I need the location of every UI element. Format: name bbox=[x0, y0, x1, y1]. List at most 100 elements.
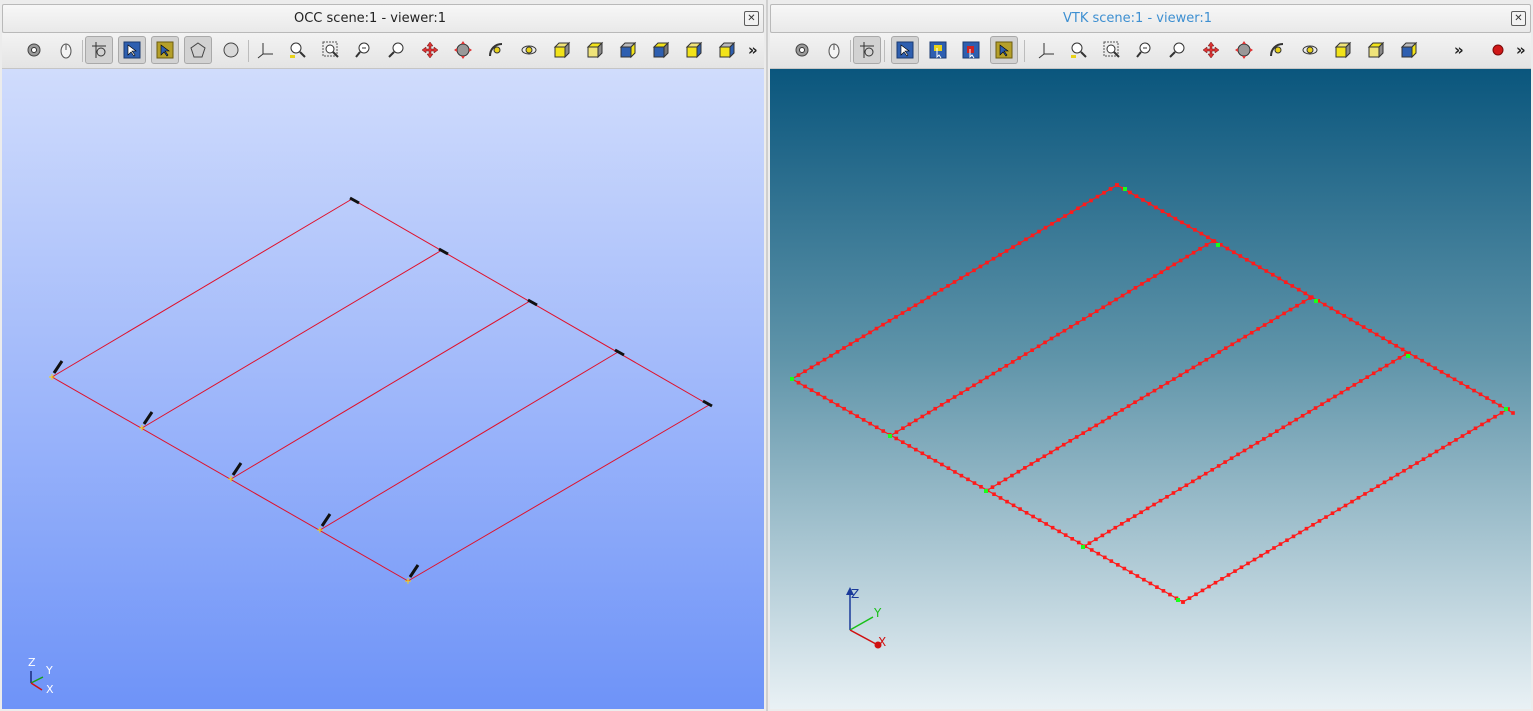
mesh-node bbox=[1087, 541, 1092, 545]
left-view-icon[interactable] bbox=[680, 36, 708, 64]
mesh-node bbox=[1055, 446, 1060, 451]
trihedron-icon[interactable] bbox=[1032, 36, 1060, 64]
mesh-node bbox=[1426, 362, 1431, 367]
mesh-node bbox=[1394, 343, 1398, 348]
zoom-selection-icon[interactable] bbox=[1131, 36, 1159, 64]
mesh-node bbox=[1211, 239, 1215, 243]
toolbar-overflow-button[interactable]: » bbox=[1454, 41, 1464, 59]
record-icon[interactable] bbox=[1484, 36, 1512, 64]
occ-close-icon[interactable]: ✕ bbox=[744, 11, 759, 26]
mesh-node bbox=[1043, 225, 1048, 230]
rotation-point-icon[interactable] bbox=[20, 36, 48, 64]
mesh-node bbox=[842, 346, 846, 350]
mesh-node bbox=[1069, 325, 1073, 329]
mesh-node bbox=[972, 481, 977, 485]
pan-icon[interactable] bbox=[1197, 36, 1225, 64]
reset-view-icon[interactable] bbox=[515, 36, 543, 64]
mesh-node bbox=[1010, 360, 1015, 364]
mesh-node bbox=[1171, 491, 1176, 495]
mesh-node bbox=[965, 272, 970, 277]
zoom-window-icon[interactable] bbox=[317, 36, 345, 64]
mesh-node bbox=[1043, 340, 1047, 345]
rotate-icon[interactable] bbox=[1263, 36, 1291, 64]
circle-select-icon[interactable] bbox=[217, 36, 245, 64]
occ-wireframe: Z Y X bbox=[28, 196, 713, 696]
bottom-view-icon[interactable] bbox=[647, 36, 675, 64]
dynamic-mode-icon[interactable] bbox=[820, 36, 848, 64]
mesh-node bbox=[1265, 550, 1270, 554]
mesh-node bbox=[1486, 418, 1491, 423]
select-mode-icon[interactable] bbox=[853, 36, 881, 64]
zoom-window-icon[interactable] bbox=[1098, 36, 1126, 64]
zoom-icon[interactable] bbox=[383, 36, 411, 64]
select-mode-icon[interactable] bbox=[85, 36, 113, 64]
zoom-fit-all-icon[interactable] bbox=[284, 36, 312, 64]
mesh-node bbox=[1272, 546, 1276, 550]
mesh-node bbox=[997, 481, 1001, 486]
dynamic-mode-icon[interactable] bbox=[52, 36, 80, 64]
trihedron-icon[interactable] bbox=[251, 36, 279, 64]
zoom-selection-icon[interactable] bbox=[350, 36, 378, 64]
occ-axis-y-label: Y bbox=[45, 664, 53, 677]
zoom-icon[interactable] bbox=[1164, 36, 1192, 64]
select-pointer-icon[interactable] bbox=[891, 36, 919, 64]
mesh-node bbox=[1262, 437, 1266, 441]
mesh-node bbox=[796, 373, 801, 377]
mesh-node bbox=[926, 295, 931, 300]
mesh-node bbox=[1288, 307, 1293, 312]
mesh-node bbox=[959, 473, 964, 478]
mesh-node bbox=[1324, 515, 1328, 519]
select-highlight-icon[interactable] bbox=[151, 36, 179, 64]
mesh-node bbox=[985, 375, 989, 380]
vtk-close-icon[interactable]: ✕ bbox=[1511, 11, 1526, 26]
mesh-node bbox=[1168, 592, 1172, 597]
reset-view-icon[interactable] bbox=[1296, 36, 1324, 64]
mesh-node bbox=[1152, 388, 1157, 393]
back-view-icon[interactable] bbox=[1362, 36, 1390, 64]
mesh-node bbox=[1134, 194, 1139, 199]
mesh-node bbox=[803, 384, 807, 389]
rotation-point-icon[interactable] bbox=[788, 36, 816, 64]
mesh-node bbox=[835, 350, 840, 354]
highlight-select-icon[interactable] bbox=[990, 36, 1018, 64]
back-view-icon[interactable] bbox=[581, 36, 609, 64]
mesh-node bbox=[1348, 317, 1353, 322]
mesh-node bbox=[1291, 534, 1296, 539]
polygon-select-icon[interactable] bbox=[184, 36, 212, 64]
select-pointer-icon[interactable] bbox=[118, 36, 146, 64]
front-view-icon[interactable] bbox=[548, 36, 576, 64]
toolbar-overflow-button[interactable]: » bbox=[748, 41, 758, 59]
mesh-node bbox=[868, 421, 872, 426]
mesh-node bbox=[1050, 525, 1055, 530]
mesh-node bbox=[1003, 477, 1008, 482]
vtk-viewer-title: VTK scene:1 - viewer:1 bbox=[1063, 11, 1212, 26]
global-pan-icon[interactable] bbox=[1230, 36, 1258, 64]
mesh-node bbox=[1088, 313, 1093, 317]
mesh-node bbox=[1081, 431, 1085, 435]
mesh-node bbox=[1226, 573, 1231, 577]
mesh-node bbox=[1036, 458, 1040, 462]
rotate-icon[interactable] bbox=[482, 36, 510, 64]
mesh-node bbox=[1499, 411, 1504, 415]
mesh-node bbox=[1317, 519, 1322, 523]
mesh-vertex bbox=[984, 489, 988, 493]
mesh-node bbox=[894, 430, 899, 434]
top-view-icon[interactable] bbox=[1395, 36, 1423, 64]
vtk-axis-z-label: Z bbox=[851, 587, 859, 601]
point-select-icon[interactable] bbox=[957, 36, 985, 64]
mesh-node bbox=[1153, 274, 1157, 278]
vtk-3d-viewport[interactable]: Z Y X bbox=[770, 69, 1531, 709]
mesh-node bbox=[1185, 254, 1189, 259]
mesh-node bbox=[1300, 413, 1305, 418]
mesh-node bbox=[991, 371, 996, 376]
front-view-icon[interactable] bbox=[1329, 36, 1357, 64]
right-view-icon[interactable] bbox=[713, 36, 741, 64]
occ-3d-viewport[interactable]: Z Y X bbox=[2, 69, 764, 709]
pan-icon[interactable] bbox=[416, 36, 444, 64]
rubber-select-icon[interactable] bbox=[924, 36, 952, 64]
mesh-node bbox=[1145, 506, 1150, 511]
zoom-fit-all-icon[interactable] bbox=[1065, 36, 1093, 64]
top-view-icon[interactable] bbox=[614, 36, 642, 64]
toolbar-overflow-button-2[interactable]: » bbox=[1516, 41, 1526, 59]
global-pan-icon[interactable] bbox=[449, 36, 477, 64]
